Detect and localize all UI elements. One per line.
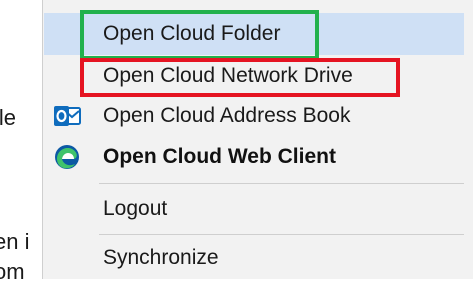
menu-item-open-cloud-folder[interactable]: Open Cloud Folder — [44, 13, 464, 55]
background-text-fragment: ile — [0, 105, 17, 130]
menu-item-label: Logout — [103, 197, 168, 220]
background-text-fragment: en i — [0, 229, 30, 254]
menu-item-open-cloud-network-drive[interactable]: Open Cloud Network Drive — [44, 55, 464, 97]
menu-item-label: Open Cloud Network Drive — [103, 64, 353, 87]
menu-separator — [99, 234, 464, 235]
menu-item-label: Open Cloud Web Client — [103, 145, 336, 168]
background-text-fragment: om — [0, 259, 25, 284]
menu-separator — [99, 183, 464, 184]
menu-item-synchronize[interactable]: Synchronize — [44, 237, 464, 279]
menu-item-label: Open Cloud Folder — [103, 22, 281, 45]
edge-icon — [53, 143, 81, 171]
menu-item-label: Synchronize — [103, 246, 219, 269]
context-menu: Open Cloud Folder Open Cloud Network Dri… — [42, 0, 473, 279]
menu-item-logout[interactable]: Logout — [44, 188, 464, 230]
menu-item-open-cloud-address-book[interactable]: Open Cloud Address Book — [44, 95, 464, 137]
outlook-icon — [53, 102, 81, 130]
menu-item-label: Open Cloud Address Book — [103, 104, 351, 127]
menu-item-open-cloud-web-client[interactable]: Open Cloud Web Client — [44, 136, 464, 178]
